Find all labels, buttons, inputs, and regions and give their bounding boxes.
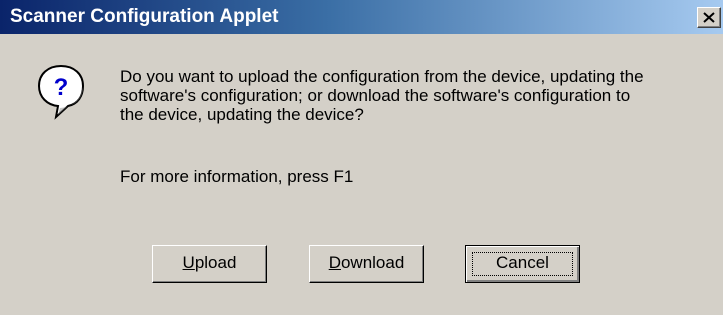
download-button[interactable]: Download: [309, 245, 424, 283]
cancel-button-label: Cancel: [496, 253, 549, 272]
close-button[interactable]: [697, 7, 721, 28]
cancel-button[interactable]: Cancel: [465, 245, 580, 283]
title-bar[interactable]: Scanner Configuration Applet: [0, 0, 723, 34]
dialog-window: Scanner Configuration Applet ? Do you wa…: [0, 0, 725, 315]
message-line: Do you want to upload the configuration …: [120, 67, 644, 86]
help-hint: For more information, press F1: [120, 167, 354, 186]
download-button-label: Download: [328, 253, 405, 272]
upload-button[interactable]: Upload: [152, 245, 267, 283]
upload-button-label: Upload: [182, 253, 237, 272]
message-line: software's configuration; or download th…: [120, 86, 631, 105]
svg-text:?: ?: [54, 74, 69, 101]
window-title: Scanner Configuration Applet: [10, 6, 279, 27]
message-line: the device, updating the device?: [120, 105, 364, 124]
close-icon: [703, 12, 715, 23]
question-icon: ?: [37, 64, 85, 120]
dialog-message: Do you want to upload the configuration …: [120, 67, 720, 124]
